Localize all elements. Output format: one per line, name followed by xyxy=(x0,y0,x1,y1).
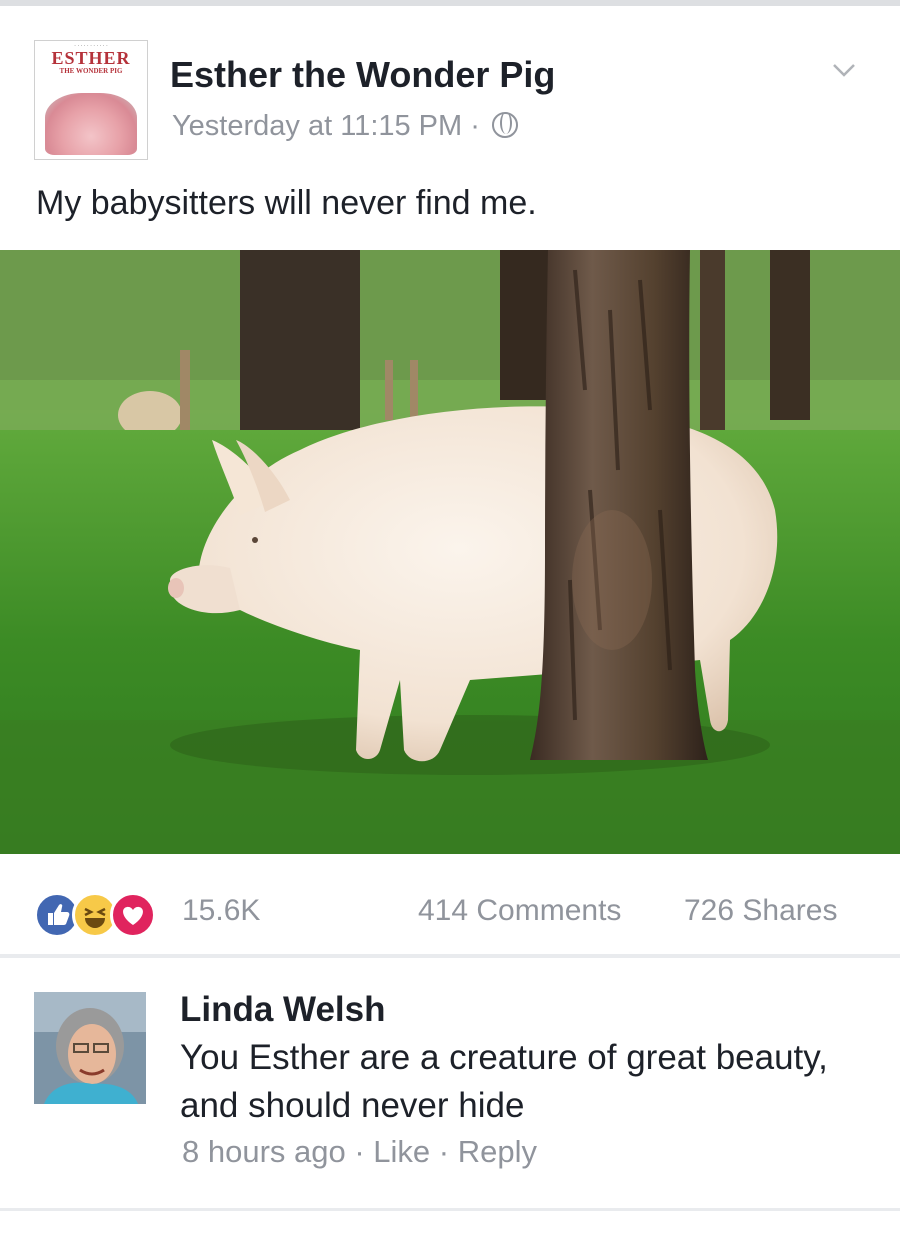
post-card: · · · · · · · · · · · ESTHER THE WONDER … xyxy=(0,6,900,954)
comments-count-link[interactable]: 414 Comments xyxy=(418,894,621,928)
like-link[interactable]: Like xyxy=(373,1134,430,1169)
post-photo[interactable] xyxy=(0,250,900,854)
comment-time[interactable]: 8 hours ago xyxy=(182,1134,346,1169)
commenter-avatar[interactable] xyxy=(34,992,146,1104)
meta-dot: · xyxy=(430,1134,458,1169)
pig-behind-tree-image xyxy=(0,250,900,854)
divider xyxy=(0,954,900,958)
meta-dot: · xyxy=(345,1134,374,1169)
reply-link[interactable]: Reply xyxy=(458,1134,537,1169)
comment-text: You Esther are a creature of great beaut… xyxy=(180,1038,828,1125)
post-text: My babysitters will never find me. xyxy=(36,184,537,222)
reaction-count[interactable]: 15.6K xyxy=(182,894,260,928)
reactions-bar: 15.6K 414 Comments 726 Shares xyxy=(0,880,900,940)
comment-item: Linda Welsh You Esther are a creature of… xyxy=(0,962,900,1206)
love-icon xyxy=(110,892,156,938)
avatar-photo xyxy=(34,992,146,1104)
chevron-down-icon[interactable] xyxy=(832,58,856,82)
page-logo: · · · · · · · · · · · ESTHER THE WONDER … xyxy=(51,43,131,75)
post-meta: Yesterday at 11:15 PM · xyxy=(172,110,518,143)
comment-meta: 8 hours ago · Like · Reply xyxy=(182,1134,537,1170)
post-timestamp[interactable]: Yesterday at 11:15 PM xyxy=(172,110,462,142)
commenter-name-link[interactable]: Linda Welsh xyxy=(180,990,386,1030)
bottom-divider xyxy=(0,1208,900,1211)
globe-icon xyxy=(491,112,518,138)
meta-separator: · xyxy=(462,110,488,142)
page-name-link[interactable]: Esther the Wonder Pig xyxy=(170,54,555,96)
shares-count-link[interactable]: 726 Shares xyxy=(684,894,837,928)
reaction-icons[interactable] xyxy=(34,892,174,938)
pig-face-image xyxy=(45,93,137,155)
page-avatar[interactable]: · · · · · · · · · · · ESTHER THE WONDER … xyxy=(34,40,148,160)
